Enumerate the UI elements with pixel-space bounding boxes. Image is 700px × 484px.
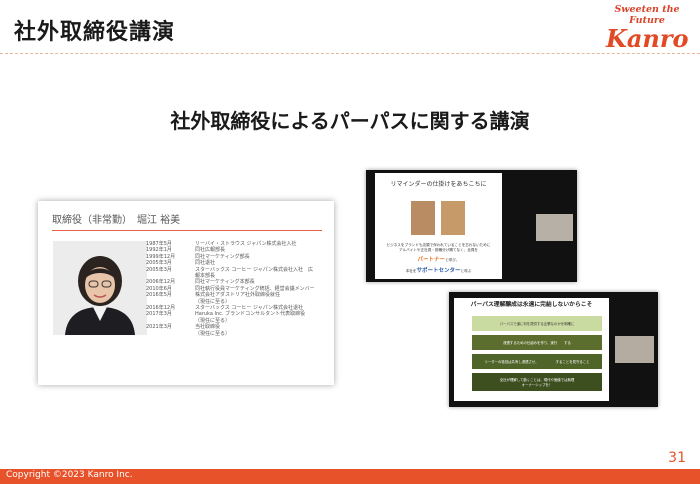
history-text: スターバックス コーヒー ジャパン株式会社入社 広 報本部長 xyxy=(195,266,313,280)
career-history: 1987年5月 リーバイ・ストラウス ジャパン株式会社入社 1992年1月 同社広報部… xyxy=(146,241,332,337)
profile-card: 取締役（非常勤） 堀江 裕美 1987年5月 リーバイ・ストラウス ジャパン株式会… xyxy=(38,201,334,385)
history-row: 2021年3月 当社取締役 （現任に至る） xyxy=(146,324,332,337)
profile-name: 取締役（非常勤） 堀江 裕美 xyxy=(52,215,181,226)
history-text: 株式会社アダストリア社外取締役就任 （現任に至る） xyxy=(195,292,281,305)
slide-box: 浸透するための仕組みを作り、実行 する xyxy=(472,335,602,350)
history-text: Haruka Inc. ブランドコンサルタント代表取締役 （現任に至る） xyxy=(195,311,306,324)
history-date: 2016年5月 xyxy=(146,292,172,299)
history-text: 当社取締役 （現任に至る） xyxy=(195,324,231,337)
partner-highlight: パートナー xyxy=(417,257,446,263)
profile-divider xyxy=(52,230,322,231)
history-date: 2017年3月 xyxy=(146,311,172,318)
footer-bar: Copyright ©2023 Kanro Inc. xyxy=(0,469,700,484)
slide-text-inline: と呼び、 xyxy=(445,258,460,262)
profile-photo xyxy=(53,241,147,335)
slide-photo xyxy=(411,201,435,235)
history-date: 2005年3月 xyxy=(146,266,172,273)
speaker-video-thumbnail xyxy=(536,214,573,241)
history-row: 2005年3月 スターバックス コーヒー ジャパン株式会社入社 広 報本部長 xyxy=(146,267,332,280)
slide-title: パーパス理解醸成は永遠に完結しないからこそ xyxy=(470,302,593,308)
copyright-text: Copyright ©2023 Kanro Inc. xyxy=(6,470,133,480)
page-number: 31 xyxy=(668,450,686,466)
main-heading: 社外取締役によるパーパスに関する講演 xyxy=(170,109,530,133)
support-center-highlight: サポートセンター xyxy=(416,268,461,274)
speaker-video-thumbnail xyxy=(615,336,654,363)
slide-text-line: アルバイトや正社員・役職分け隔てなく、全員を xyxy=(398,248,479,252)
slide-text-inline: 本社を xyxy=(405,269,417,273)
history-row: 2017年3月 Haruka Inc. ブランドコンサルタント代表取締役 （現任に… xyxy=(146,311,332,324)
slide-highlight: 本社をサポートセンターと呼ぶ xyxy=(379,266,498,274)
header-divider xyxy=(0,53,700,54)
slide-photo xyxy=(441,201,465,235)
slide-text-inline: と呼ぶ xyxy=(460,269,472,273)
slide-title: リマインダーの仕掛けをあちこちに xyxy=(390,181,487,188)
slide-box: 全社が理解して動くことは、現代や価値では無理 オーナーシップを！ xyxy=(472,373,602,391)
logo-tagline: Sweeten the Future xyxy=(614,4,680,26)
slide-panel: パーパス理解醸成は永遠に完結しないからこそ パーパスで道に何を提供する企業なのか… xyxy=(454,298,609,401)
history-row: 2016年5月 株式会社アダストリア社外取締役就任 （現任に至る） xyxy=(146,292,332,305)
kanro-logo: Sweeten the Future Kanro xyxy=(606,4,689,53)
slide-text: ビジネスをブランドも店頭で伴われていることを忘れないために アルバイトや正社員・… xyxy=(379,243,498,253)
history-date: 2021年3月 xyxy=(146,324,172,331)
page-title: 社外取締役講演 xyxy=(14,20,176,45)
slide-highlight: パートナーと呼び、 xyxy=(379,255,498,263)
slide-box: パーパスで道に何を提供する企業なのかを明確に xyxy=(472,316,602,331)
logo-brand: Kanro xyxy=(606,24,689,53)
slide-panel: リマインダーの仕掛けをあちこちに ビジネスをブランドも店頭で伴われていることを忘… xyxy=(375,173,502,279)
slide-box: リーダーの役割は共有し浸透させ、 することを見守ること xyxy=(472,354,602,369)
